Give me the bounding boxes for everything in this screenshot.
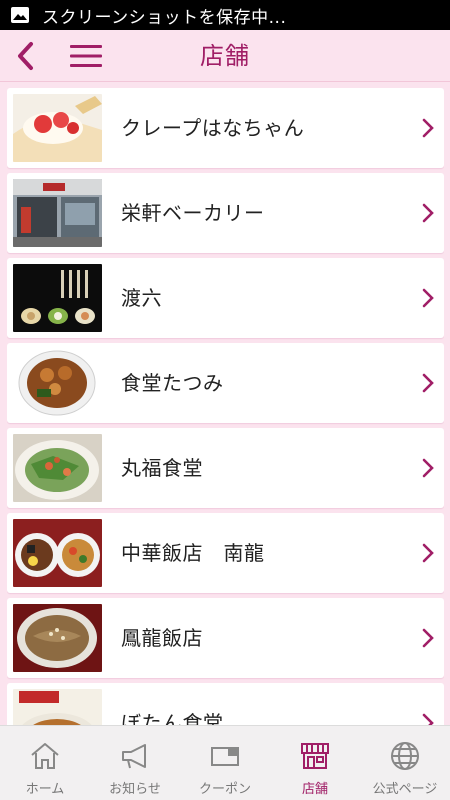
store-thumbnail	[13, 179, 102, 247]
chevron-right-icon	[422, 458, 434, 478]
store-item-horyu[interactable]: 鳳龍飯店	[7, 598, 444, 678]
nav-label: お知らせ	[109, 782, 161, 797]
app-header: 店舗	[0, 30, 450, 82]
back-arrow-icon[interactable]	[12, 40, 40, 72]
status-notification-text: スクリーンショットを保存中...	[42, 7, 287, 28]
store-name: クレープはなちゃん	[121, 116, 305, 140]
store-thumbnail	[13, 689, 102, 725]
store-item-marufuku[interactable]: 丸福食堂	[7, 428, 444, 508]
coupon-icon	[211, 747, 239, 766]
chevron-right-icon	[422, 373, 434, 393]
nav-label: 公式ページ	[372, 782, 438, 797]
store-thumbnail	[13, 349, 102, 417]
status-bar: スクリーンショットを保存中...	[0, 0, 450, 30]
nav-coupon[interactable]: クーポン	[180, 726, 270, 800]
hamburger-menu-icon[interactable]	[68, 40, 104, 72]
nav-label: クーポン	[198, 782, 251, 797]
store-item-crepe[interactable]: クレープはなちゃん	[7, 88, 444, 168]
store-name: 丸福食堂	[121, 456, 203, 480]
store-name: ぼたん食堂	[121, 711, 224, 725]
nav-shop[interactable]: 店舗	[270, 726, 360, 800]
image-icon	[11, 7, 29, 23]
nav-official-page[interactable]: 公式ページ	[360, 726, 450, 800]
nav-news[interactable]: お知らせ	[90, 726, 180, 800]
globe-icon	[391, 742, 419, 770]
store-item-nanryu[interactable]: 中華飯店 南龍	[7, 513, 444, 593]
store-thumbnail	[13, 94, 102, 162]
store-item-rollcake[interactable]: 渡六	[7, 258, 444, 338]
nav-label: ホーム	[25, 782, 65, 797]
chevron-right-icon	[422, 118, 434, 138]
shop-icon	[301, 743, 329, 769]
store-item-bakery[interactable]: 栄軒ベーカリー	[7, 173, 444, 253]
chevron-right-icon	[422, 203, 434, 223]
chevron-right-icon	[422, 543, 434, 563]
nav-label: 店舗	[301, 782, 328, 797]
store-name: 中華飯店 南龍	[121, 541, 265, 565]
store-item-botan[interactable]: ぼたん食堂	[7, 683, 444, 725]
store-thumbnail	[13, 519, 102, 587]
store-thumbnail	[13, 264, 102, 332]
store-name: 渡六	[121, 286, 162, 310]
nav-home[interactable]: ホーム	[0, 726, 90, 800]
megaphone-icon	[122, 744, 146, 769]
chevron-right-icon	[422, 713, 434, 725]
store-name: 食堂たつみ	[121, 371, 224, 395]
store-item-tatsumi[interactable]: 食堂たつみ	[7, 343, 444, 423]
store-thumbnail	[13, 604, 102, 672]
store-name: 鳳龍飯店	[121, 626, 203, 650]
chevron-right-icon	[422, 628, 434, 648]
bottom-navigation: ホーム お知らせ クーポン 店舗 公式ページ	[0, 725, 450, 800]
store-thumbnail	[13, 434, 102, 502]
store-list: クレープはなちゃん 栄軒ベーカリー 渡六 食堂たつみ 丸福食堂 中華飯店 南龍 …	[7, 88, 444, 725]
home-icon	[31, 743, 59, 769]
chevron-right-icon	[422, 288, 434, 308]
store-name: 栄軒ベーカリー	[121, 201, 265, 225]
